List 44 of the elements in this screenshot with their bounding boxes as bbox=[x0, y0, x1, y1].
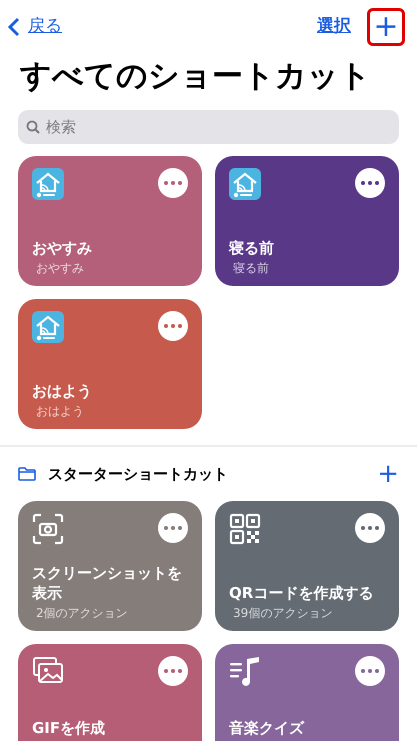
folder-title: スターターショートカット bbox=[48, 464, 228, 485]
more-button[interactable] bbox=[158, 513, 188, 543]
select-button[interactable]: 選択 bbox=[317, 14, 351, 40]
search-field[interactable]: 検索 bbox=[18, 110, 399, 144]
shortcut-card[interactable]: GIFを作成 bbox=[18, 644, 202, 741]
shortcut-title: 音楽クイズ bbox=[229, 718, 306, 738]
shortcut-subtitle: おはよう bbox=[35, 403, 85, 419]
folder-add-button[interactable]: + bbox=[377, 461, 399, 487]
back-button[interactable]: 戻る bbox=[8, 14, 62, 40]
search-input[interactable]: 検索 bbox=[46, 116, 391, 138]
shortcut-title: GIFを作成 bbox=[32, 718, 106, 738]
music-list-icon bbox=[229, 656, 261, 688]
more-button[interactable] bbox=[158, 311, 188, 341]
shortcut-subtitle: 寝る前 bbox=[232, 260, 270, 276]
shortcut-title: QRコードを作成する bbox=[229, 583, 374, 603]
shortcut-title: 寝る前 bbox=[229, 238, 275, 258]
shortcut-title: おはよう bbox=[32, 381, 93, 401]
house-app-icon bbox=[229, 168, 261, 200]
camera-icon bbox=[32, 513, 64, 545]
chevron-left-icon bbox=[8, 17, 20, 37]
shortcut-subtitle: 39個のアクション bbox=[232, 605, 334, 621]
shortcut-title: スクリーンショットを表示 bbox=[32, 563, 183, 603]
shortcut-card[interactable]: QRコードを作成する 39個のアクション bbox=[215, 501, 399, 631]
search-glyph-icon bbox=[26, 120, 40, 134]
shortcut-title: おやすみ bbox=[32, 238, 93, 258]
folder-icon bbox=[18, 467, 36, 481]
shortcut-card[interactable]: スクリーンショットを表示 2個のアクション bbox=[18, 501, 202, 631]
shortcut-card[interactable]: おやすみ おやすみ bbox=[18, 156, 202, 286]
more-button[interactable] bbox=[355, 656, 385, 686]
shortcut-subtitle: おやすみ bbox=[35, 260, 85, 276]
more-button[interactable] bbox=[158, 656, 188, 686]
shortcut-subtitle: 2個のアクション bbox=[35, 605, 129, 621]
more-button[interactable] bbox=[355, 168, 385, 198]
house-app-icon bbox=[32, 168, 64, 200]
shortcut-card[interactable]: おはよう おはよう bbox=[18, 299, 202, 429]
qr-code-icon bbox=[229, 513, 261, 545]
house-app-icon bbox=[32, 311, 64, 343]
shortcut-card[interactable]: 寝る前 寝る前 bbox=[215, 156, 399, 286]
more-button[interactable] bbox=[158, 168, 188, 198]
photos-icon bbox=[32, 656, 64, 684]
more-button[interactable] bbox=[355, 513, 385, 543]
add-button[interactable]: + bbox=[367, 8, 405, 46]
page-title: すべてのショートカット bbox=[19, 57, 372, 96]
shortcut-card[interactable]: 音楽クイズ bbox=[215, 644, 399, 741]
